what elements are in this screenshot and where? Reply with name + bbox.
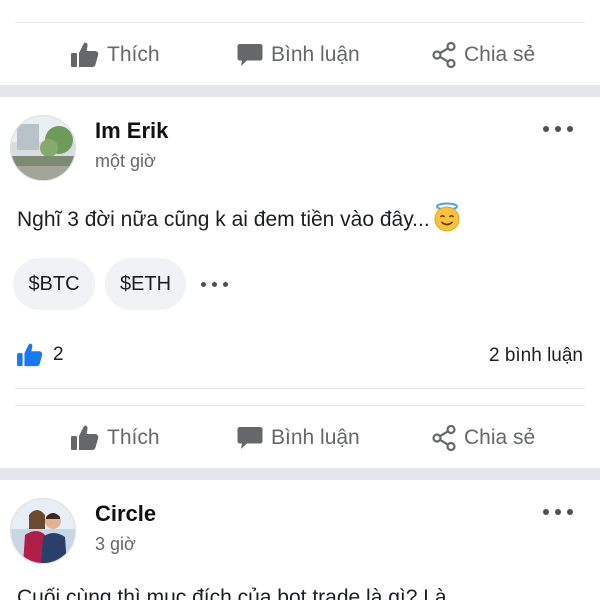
avatar-photo	[11, 116, 75, 180]
like-label: Thích	[107, 426, 160, 449]
divider	[15, 388, 585, 389]
comment-button[interactable]: Bình luận	[237, 30, 360, 80]
post-card: Im Erik một giờ Nghĩ 3 đời nữa cũng k ai…	[0, 97, 600, 467]
more-icon	[543, 126, 549, 132]
post-content: Nghĩ 3 đời nữa cũng k ai đem tiền vào đâ…	[17, 202, 462, 232]
share-icon	[432, 425, 456, 451]
share-label: Chia sẻ	[464, 426, 536, 449]
share-button[interactable]: Chia sẻ	[432, 413, 535, 463]
like-count[interactable]: 2	[17, 343, 64, 367]
share-button[interactable]: Chia sẻ	[432, 30, 535, 80]
post-actions-bar: Thích Bình luận Chia sẻ	[0, 413, 600, 463]
like-button[interactable]: Thích	[71, 30, 160, 80]
post-separator	[0, 85, 600, 97]
comment-label: Bình luận	[271, 426, 360, 449]
post-card: Circle 3 giờ Cuối cùng thì mục đích của …	[0, 480, 600, 600]
avatar[interactable]	[10, 115, 76, 181]
more-options-button[interactable]	[543, 126, 573, 132]
tag-chip[interactable]: $BTC	[13, 258, 95, 310]
like-count-value: 2	[53, 344, 64, 365]
comment-label: Bình luận	[271, 43, 360, 66]
halo-emoji-icon	[434, 202, 460, 232]
author-name[interactable]: Circle	[95, 501, 156, 527]
author-name[interactable]: Im Erik	[95, 118, 168, 144]
post-time[interactable]: 3 giờ	[95, 534, 136, 555]
more-icon	[543, 509, 549, 515]
thumbs-up-icon	[71, 425, 99, 450]
comment-count[interactable]: 2 bình luận	[489, 345, 583, 367]
like-button[interactable]: Thích	[71, 413, 160, 463]
avatar-photo	[11, 499, 75, 563]
thumbs-up-icon	[17, 343, 43, 367]
divider	[15, 405, 585, 406]
avatar[interactable]	[10, 498, 76, 564]
comment-button[interactable]: Bình luận	[237, 413, 360, 463]
thumbs-up-icon	[71, 42, 99, 67]
divider	[15, 22, 585, 23]
post-text: Nghĩ 3 đời nữa cũng k ai đem tiền vào đâ…	[17, 208, 430, 231]
post-time[interactable]: một giờ	[95, 151, 156, 172]
share-icon	[432, 42, 456, 68]
post-actions-bar: Thích Bình luận Chia sẻ	[0, 30, 600, 80]
feed: Thích Bình luận Chia sẻ Im Erik một giờ …	[0, 0, 600, 600]
comment-bubble-icon	[237, 44, 263, 66]
tags-more-button[interactable]	[201, 282, 228, 287]
share-label: Chia sẻ	[464, 43, 536, 66]
post-text: Cuối cùng thì mục đích của bot trade là …	[17, 586, 447, 600]
tag-chip[interactable]: $ETH	[105, 258, 186, 310]
more-options-button[interactable]	[543, 509, 573, 515]
comment-bubble-icon	[237, 427, 263, 449]
like-label: Thích	[107, 43, 160, 66]
post-separator	[0, 468, 600, 480]
